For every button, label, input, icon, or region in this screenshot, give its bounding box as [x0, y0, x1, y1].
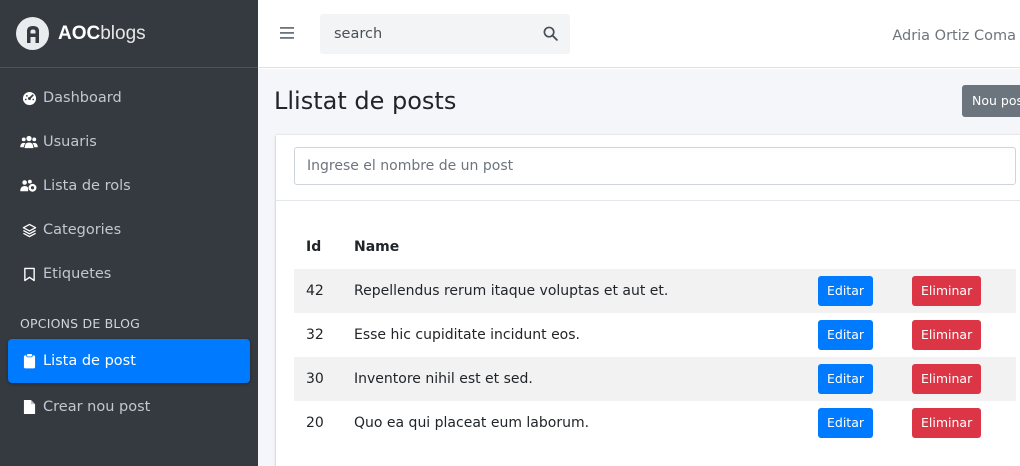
- users-cog-icon: [20, 177, 38, 195]
- post-name: Quo ea qui placeat eum laborum.: [354, 415, 590, 431]
- users-icon: [20, 133, 38, 151]
- sidebar-item-label: Usuaris: [43, 134, 97, 150]
- topbar: Adria Ortiz Coma: [258, 0, 1020, 68]
- sidebar-item-label: Etiquetes: [43, 266, 112, 282]
- column-header-delete: [906, 225, 1016, 269]
- layer-group-icon: [20, 221, 38, 239]
- post-id: 32: [306, 327, 324, 343]
- post-name: Esse hic cupiditate incidunt eos.: [354, 327, 580, 343]
- edit-button[interactable]: Editar: [818, 408, 874, 438]
- sidebar-item-dashboard[interactable]: Dashboard: [8, 76, 250, 120]
- tachometer-icon: [20, 89, 38, 107]
- clipboard-icon: [20, 352, 38, 370]
- page-title: Llistat de posts: [274, 87, 457, 115]
- column-header-id: Id: [306, 239, 322, 255]
- table-row: 42 Repellendus rerum itaque voluptas et …: [294, 269, 1016, 313]
- delete-button[interactable]: Eliminar: [912, 408, 982, 438]
- sidebar: AOCblogs Dashboard Usuaris Lista de rols…: [0, 0, 258, 466]
- column-header-edit: [812, 225, 906, 269]
- file-icon: [20, 398, 38, 416]
- delete-button[interactable]: Eliminar: [912, 364, 982, 394]
- search-icon[interactable]: [530, 14, 570, 54]
- sidebar-item-label: Categories: [43, 222, 122, 238]
- table-row: 32 Esse hic cupiditate incidunt eos. Edi…: [294, 313, 1016, 357]
- posts-card: Id Name 42 Repellendus rerum itaque volu…: [276, 135, 1020, 466]
- sidebar-item-label: Lista de rols: [43, 178, 131, 194]
- sidebar-item-lista-de-rols[interactable]: Lista de rols: [8, 164, 250, 208]
- post-filter-input[interactable]: [294, 147, 1016, 185]
- hamburger-menu-icon[interactable]: [280, 24, 294, 43]
- bookmark-icon: [20, 265, 38, 283]
- column-header-name: Name: [354, 239, 400, 255]
- sidebar-item-categories[interactable]: Categories: [8, 208, 250, 252]
- delete-button[interactable]: Eliminar: [912, 276, 982, 306]
- post-name: Repellendus rerum itaque voluptas et aut…: [342, 269, 812, 313]
- post-id: 20: [306, 415, 324, 431]
- card-header: [276, 135, 1020, 201]
- table-row: 30 Inventore nihil est et sed. Editar El…: [294, 357, 1016, 401]
- sidebar-item-label: Crear nou post: [43, 399, 151, 415]
- sidebar-item-crear-nou-post[interactable]: Crear nou post: [8, 385, 250, 429]
- edit-button[interactable]: Editar: [818, 364, 874, 394]
- sidebar-section-header: OPCIONS DE BLOG: [20, 316, 141, 331]
- new-post-button[interactable]: Nou post: [962, 85, 1020, 117]
- post-id: 30: [294, 357, 342, 401]
- main-content: Llistat de posts Nou post Id Name 42 Rep…: [258, 69, 1020, 466]
- table-row: 20 Quo ea qui placeat eum laborum. Edita…: [294, 401, 1016, 445]
- search-input[interactable]: [320, 13, 530, 54]
- edit-button[interactable]: Editar: [818, 276, 874, 306]
- brand-logo-icon: [16, 17, 49, 50]
- brand-text: AOCblogs: [58, 22, 146, 44]
- sidebar-item-label: Lista de post: [43, 353, 136, 369]
- posts-table: Id Name 42 Repellendus rerum itaque volu…: [294, 225, 1016, 445]
- sidebar-blog-nav: Lista de post Crear nou post: [0, 339, 258, 429]
- delete-button[interactable]: Eliminar: [912, 320, 982, 350]
- search-box: [320, 13, 570, 54]
- brand-link[interactable]: AOCblogs: [0, 0, 258, 68]
- table-header-row: Id Name: [294, 225, 1016, 269]
- sidebar-item-usuaris[interactable]: Usuaris: [8, 120, 250, 164]
- sidebar-nav: Dashboard Usuaris Lista de rols Categori…: [0, 76, 258, 296]
- sidebar-item-label: Dashboard: [43, 90, 122, 106]
- user-name[interactable]: Adria Ortiz Coma: [892, 28, 1016, 44]
- sidebar-item-etiquetes[interactable]: Etiquetes: [8, 252, 250, 296]
- sidebar-item-lista-de-post[interactable]: Lista de post: [8, 339, 250, 383]
- post-id: 42: [294, 269, 342, 313]
- post-name: Inventore nihil est et sed.: [342, 357, 812, 401]
- edit-button[interactable]: Editar: [818, 320, 874, 350]
